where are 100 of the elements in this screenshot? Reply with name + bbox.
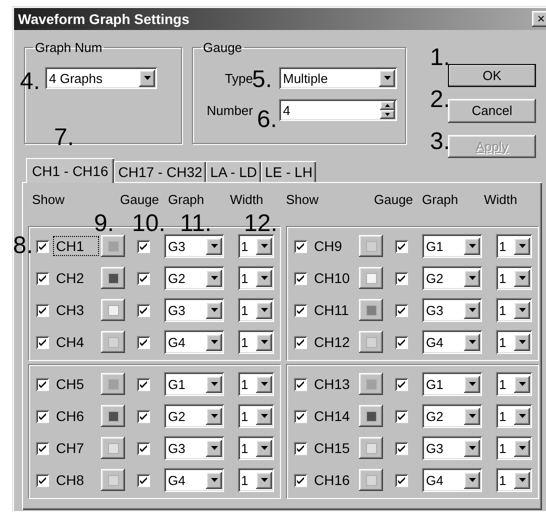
color-button[interactable] — [101, 405, 125, 427]
dropdown-button[interactable] — [206, 270, 222, 286]
show-checkbox[interactable] — [36, 474, 49, 486]
width-dropdown[interactable]: 1 — [238, 234, 274, 258]
graph-dropdown[interactable]: G1 — [422, 372, 482, 396]
color-button[interactable] — [359, 331, 383, 353]
graph-dropdown[interactable]: G4 — [422, 468, 482, 492]
gauge-checkbox[interactable] — [137, 240, 150, 252]
dropdown-button[interactable] — [514, 376, 530, 392]
dropdown-button[interactable] — [256, 440, 272, 456]
color-button[interactable] — [101, 437, 125, 459]
dialog-button[interactable]: OK — [448, 64, 536, 88]
dropdown-button[interactable] — [514, 472, 530, 488]
dropdown-button[interactable] — [514, 408, 530, 424]
dropdown-button[interactable] — [256, 472, 272, 488]
show-checkbox[interactable] — [294, 304, 307, 316]
width-dropdown[interactable]: 1 — [496, 266, 532, 290]
color-button[interactable] — [359, 437, 383, 459]
gauge-checkbox[interactable] — [137, 336, 150, 348]
width-dropdown[interactable]: 1 — [496, 298, 532, 322]
show-checkbox[interactable] — [36, 304, 49, 316]
graph-dropdown[interactable]: G2 — [422, 404, 482, 428]
color-button[interactable] — [359, 267, 383, 289]
dropdown-button[interactable] — [464, 334, 480, 350]
dropdown-button[interactable] — [514, 302, 530, 318]
dropdown-button[interactable] — [514, 238, 530, 254]
width-dropdown[interactable]: 1 — [496, 436, 532, 460]
dropdown-button[interactable] — [464, 270, 480, 286]
dialog-button[interactable]: Cancel — [448, 99, 536, 123]
dropdown-button[interactable] — [464, 238, 480, 254]
width-dropdown[interactable]: 1 — [496, 234, 532, 258]
dropdown-button[interactable] — [464, 302, 480, 318]
graph-dropdown[interactable]: G3 — [422, 298, 482, 322]
show-checkbox[interactable] — [294, 410, 307, 422]
width-dropdown[interactable]: 1 — [238, 404, 274, 428]
show-checkbox[interactable] — [294, 442, 307, 454]
gauge-checkbox[interactable] — [395, 336, 408, 348]
gauge-checkbox[interactable] — [137, 304, 150, 316]
spin-down-button[interactable] — [380, 110, 395, 119]
graph-dropdown[interactable]: G4 — [164, 330, 224, 354]
gauge-checkbox[interactable] — [137, 442, 150, 454]
gauge-checkbox[interactable] — [395, 378, 408, 390]
gauge-checkbox[interactable] — [395, 240, 408, 252]
dropdown-button[interactable] — [206, 472, 222, 488]
width-dropdown[interactable]: 1 — [238, 266, 274, 290]
gauge-checkbox[interactable] — [395, 442, 408, 454]
graph-dropdown[interactable]: G2 — [164, 266, 224, 290]
show-checkbox[interactable] — [294, 336, 307, 348]
width-dropdown[interactable]: 1 — [238, 436, 274, 460]
show-checkbox[interactable] — [294, 272, 307, 284]
graph-dropdown[interactable]: G3 — [164, 436, 224, 460]
number-field[interactable]: 4 — [279, 99, 397, 121]
width-dropdown[interactable]: 1 — [496, 404, 532, 428]
gauge-checkbox[interactable] — [137, 410, 150, 422]
dropdown-button[interactable] — [514, 270, 530, 286]
graph-num-dropdown[interactable]: 4 Graphs — [45, 67, 157, 89]
graph-dropdown[interactable]: G2 — [164, 404, 224, 428]
dropdown-button[interactable] — [206, 238, 222, 254]
show-checkbox[interactable] — [36, 378, 49, 390]
dropdown-button[interactable] — [464, 376, 480, 392]
dropdown-button[interactable] — [256, 334, 272, 350]
show-checkbox[interactable] — [36, 240, 49, 252]
tab[interactable]: LE - LH — [260, 161, 316, 182]
graph-dropdown[interactable]: G1 — [422, 234, 482, 258]
dropdown-button[interactable] — [206, 376, 222, 392]
color-button[interactable] — [359, 469, 383, 491]
gauge-checkbox[interactable] — [137, 378, 150, 390]
show-checkbox[interactable] — [294, 378, 307, 390]
graph-dropdown[interactable]: G2 — [422, 266, 482, 290]
dropdown-button[interactable] — [379, 70, 395, 86]
dropdown-button[interactable] — [256, 408, 272, 424]
color-button[interactable] — [101, 469, 125, 491]
dropdown-button[interactable] — [256, 270, 272, 286]
color-button[interactable] — [359, 299, 383, 321]
dropdown-button[interactable] — [206, 334, 222, 350]
tab[interactable]: CH17 - CH32 — [114, 161, 206, 182]
dropdown-button[interactable] — [256, 302, 272, 318]
width-dropdown[interactable]: 1 — [238, 330, 274, 354]
color-button[interactable] — [359, 235, 383, 257]
graph-dropdown[interactable]: G3 — [164, 298, 224, 322]
color-button[interactable] — [101, 299, 125, 321]
show-checkbox[interactable] — [294, 240, 307, 252]
dropdown-button[interactable] — [206, 408, 222, 424]
color-button[interactable] — [101, 235, 125, 257]
dropdown-button[interactable] — [256, 376, 272, 392]
spin-up-button[interactable] — [380, 101, 395, 110]
tab[interactable]: LA - LD — [206, 161, 261, 182]
color-button[interactable] — [359, 373, 383, 395]
dropdown-button[interactable] — [514, 440, 530, 456]
show-checkbox[interactable] — [36, 442, 49, 454]
dropdown-button[interactable] — [464, 408, 480, 424]
tab[interactable]: CH1 - CH16 — [26, 158, 114, 183]
dropdown-button[interactable] — [206, 302, 222, 318]
width-dropdown[interactable]: 1 — [238, 468, 274, 492]
dropdown-button[interactable] — [514, 334, 530, 350]
dropdown-button[interactable] — [256, 238, 272, 254]
gauge-checkbox[interactable] — [395, 410, 408, 422]
color-button[interactable] — [359, 405, 383, 427]
gauge-checkbox[interactable] — [137, 272, 150, 284]
width-dropdown[interactable]: 1 — [238, 372, 274, 396]
